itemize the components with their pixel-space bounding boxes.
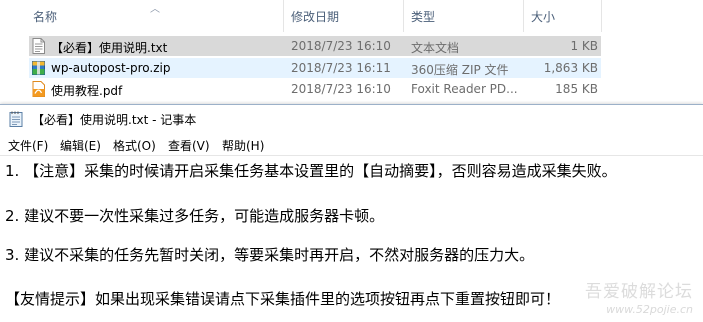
column-size-header[interactable]: 大小 xyxy=(531,8,555,25)
text-line: 1. 【注意】采集的时候请开启采集任务基本设置里的【自动摘要】，否则容易造成采集… xyxy=(5,162,617,180)
file-size: 1,863 KB xyxy=(543,61,598,75)
file-type: Foxit Reader PD... xyxy=(411,82,518,96)
pdf-file-icon xyxy=(32,81,45,97)
watermark-text: 吾爱破解论坛 xyxy=(585,282,693,302)
menu-edit[interactable]: 编辑(E) xyxy=(60,137,101,154)
text-line: 2. 建议不要一次性采集过多任务，可能造成服务器卡顿。 xyxy=(5,207,385,225)
menu-format[interactable]: 格式(O) xyxy=(113,137,156,154)
file-size: 1 KB xyxy=(570,39,598,53)
text-line: 3. 建议不采集的任务先暂时关闭，等要采集时再开启，不然对服务器的压力大。 xyxy=(5,246,535,264)
column-divider[interactable] xyxy=(403,0,404,32)
file-modified-date: 2018/7/23 16:10 xyxy=(291,82,391,96)
file-row[interactable]: 使用教程.pdf 2018/7/23 16:10 Foxit Reader PD… xyxy=(29,79,601,99)
zip-archive-icon xyxy=(32,61,45,75)
column-divider[interactable] xyxy=(523,0,524,32)
column-header-bar: ︿ 名称 修改日期 类型 大小 xyxy=(0,0,703,32)
text-file-icon xyxy=(32,38,45,54)
site-watermark: 吾爱破解论坛 www.52pojie.cn xyxy=(585,277,693,316)
file-row[interactable]: wp-autopost-pro.zip 2018/7/23 16:11 360压… xyxy=(29,58,601,78)
file-explorer-list: ︿ 名称 修改日期 类型 大小 【必看】使用说明.txt 2018/7/23 1… xyxy=(0,0,703,104)
file-name: 【必看】使用说明.txt xyxy=(51,41,168,55)
file-modified-date: 2018/7/23 16:11 xyxy=(291,61,391,75)
column-divider[interactable] xyxy=(283,0,284,32)
column-name-header[interactable]: 名称 xyxy=(33,8,57,25)
column-divider[interactable] xyxy=(601,0,602,32)
window-title: 【必看】使用说明.txt - 记事本 xyxy=(32,113,197,127)
file-name: 使用教程.pdf xyxy=(51,84,123,98)
file-size: 185 KB xyxy=(555,82,598,96)
notepad-app-icon xyxy=(9,111,23,127)
notepad-title-bar[interactable]: 【必看】使用说明.txt - 记事本 xyxy=(0,105,703,131)
menu-help[interactable]: 帮助(H) xyxy=(222,137,264,154)
file-row[interactable]: 【必看】使用说明.txt 2018/7/23 16:10 文本文档 1 KB xyxy=(29,36,601,56)
file-type: 360压缩 ZIP 文件 xyxy=(411,63,509,77)
file-modified-date: 2018/7/23 16:10 xyxy=(291,39,391,53)
watermark-url: www.52pojie.cn xyxy=(606,303,693,316)
column-modified-header[interactable]: 修改日期 xyxy=(291,8,339,25)
file-type: 文本文档 xyxy=(411,41,460,55)
menu-view[interactable]: 查看(V) xyxy=(168,137,210,154)
sort-ascending-icon[interactable]: ︿ xyxy=(150,0,160,15)
text-line: 【友情提示】如果出现采集错误请点下采集插件里的选项按钮再点下重置按钮即可！ xyxy=(5,290,561,308)
menu-file[interactable]: 文件(F) xyxy=(8,137,48,154)
column-type-header[interactable]: 类型 xyxy=(411,8,435,25)
file-name: wp-autopost-pro.zip xyxy=(51,61,171,75)
menu-bar: 文件(F) 编辑(E) 格式(O) 查看(V) 帮助(H) xyxy=(0,133,703,155)
